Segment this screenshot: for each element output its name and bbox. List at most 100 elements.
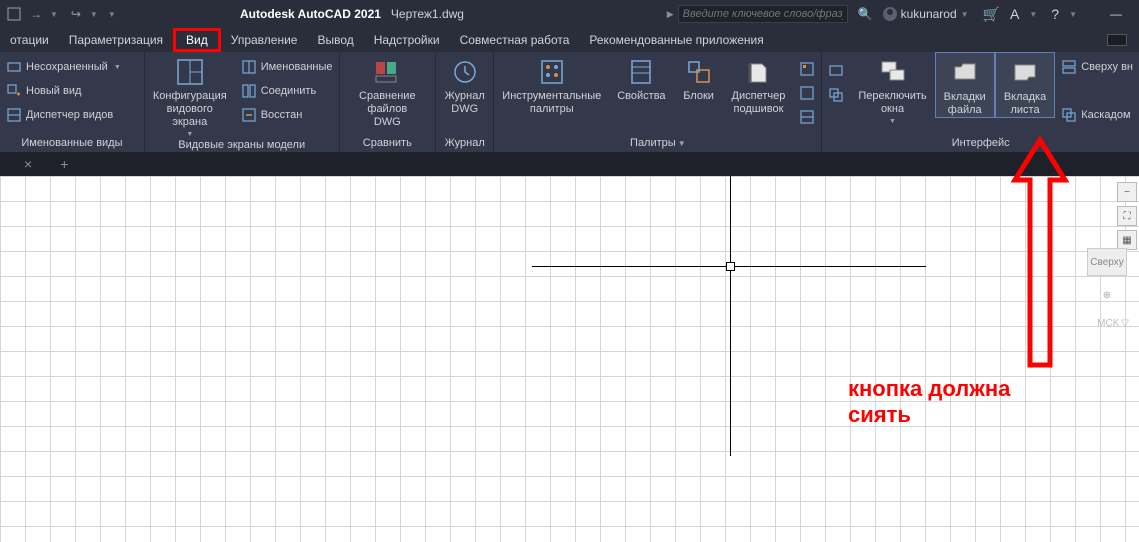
qat-redo-icon[interactable]: ↪ [68, 6, 84, 22]
user-menu[interactable]: kukunarod ▼ [883, 7, 973, 21]
navigation-bar: − ⛶ ▦ [1117, 182, 1137, 250]
search-icon[interactable]: 🔍 [858, 7, 873, 21]
join-viewports-button[interactable]: Соединить [241, 80, 333, 102]
dwg-compare-button[interactable]: Сравнение файловDWG [340, 52, 436, 129]
properties-button[interactable]: Свойства [609, 52, 673, 103]
restore-viewports-button[interactable]: Восстан [241, 104, 333, 126]
drawing-area[interactable] [0, 176, 1139, 542]
dwg-history-icon [449, 56, 481, 88]
chevron-down-icon: ▼ [961, 10, 969, 19]
panel-label: Сравнить [340, 134, 436, 152]
panel-label: Журнал [436, 134, 493, 152]
title-bar: → ▼ ↪ ▼ ▼ Autodesk AutoCAD 2021 Чертеж1.… [0, 0, 1139, 28]
restore-icon [241, 107, 257, 123]
palette-small-2[interactable] [799, 82, 815, 104]
chevron-down-icon: ▼ [889, 118, 896, 125]
search-box[interactable]: ▶ [667, 5, 848, 23]
join-icon [241, 83, 257, 99]
qat-arrow-icon[interactable]: → [28, 6, 44, 22]
palette-small-3[interactable] [799, 106, 815, 128]
pickbox [726, 262, 735, 271]
color-swatch[interactable] [1107, 34, 1127, 46]
grid-background [0, 176, 1139, 542]
file-tabs-button[interactable]: Вкладкифайла [935, 52, 995, 118]
view-cube[interactable]: Сверху [1087, 248, 1127, 276]
crosshair-vertical [730, 176, 731, 456]
menu-item-output[interactable]: Вывод [307, 28, 363, 52]
switch-windows-button[interactable]: Переключитьокна ▼ [850, 52, 934, 125]
search-input[interactable] [678, 5, 848, 23]
palette-icon [799, 85, 815, 101]
unsaved-view-dropdown[interactable]: Несохраненный ▼ [6, 56, 121, 78]
view-manager-button[interactable]: Диспетчер видов [6, 104, 121, 126]
window-icon [828, 63, 844, 79]
chevron-down-icon[interactable]: ▼ [50, 10, 58, 19]
blocks-button[interactable]: Блоки [674, 52, 724, 103]
new-view-button[interactable]: Новый вид [6, 80, 121, 102]
menu-bar: отации Параметризация Вид Управление Выв… [0, 28, 1139, 52]
layer-icon [6, 59, 22, 75]
file-tab-strip: × + [0, 152, 1139, 176]
chevron-right-icon: ▶ [667, 9, 674, 20]
dwg-history-button[interactable]: ЖурналDWG [437, 52, 493, 116]
menu-item-annotations[interactable]: отации [0, 28, 59, 52]
cascade-button[interactable]: Каскадом [1061, 104, 1133, 126]
menu-item-manage[interactable]: Управление [221, 28, 308, 52]
qat-save-icon[interactable] [6, 6, 22, 22]
tile-h-icon [1061, 59, 1077, 75]
new-tab-button[interactable]: + [46, 152, 82, 176]
nav-full-icon[interactable]: ⛶ [1117, 206, 1137, 226]
palette-small-1[interactable] [799, 58, 815, 80]
sheet-set-manager-button[interactable]: Диспетчерподшивок [724, 52, 794, 116]
blocks-icon [683, 56, 715, 88]
menu-item-collaborate[interactable]: Совместная работа [450, 28, 580, 52]
viewport-config-button[interactable]: Конфигурациявидового экрана ▼ [145, 52, 235, 138]
ribbon: Несохраненный ▼ Новый вид Диспетчер видо… [0, 52, 1139, 152]
menu-item-addins[interactable]: Надстройки [364, 28, 450, 52]
avatar-icon [883, 7, 897, 21]
panel-label[interactable]: Палитры▼ [494, 134, 821, 152]
new-view-icon [6, 83, 22, 99]
ucs-label[interactable]: МСК ▽ [1097, 318, 1129, 329]
tool-palettes-icon [536, 56, 568, 88]
panel-label: Интерфейс [822, 134, 1139, 152]
close-tab-button[interactable]: × [10, 152, 46, 176]
chevron-down-icon[interactable]: ▼ [90, 10, 98, 19]
layout-tabs-icon [1009, 57, 1041, 89]
dwg-compare-icon [371, 56, 403, 88]
named-viewports-button[interactable]: Именованные [241, 56, 333, 78]
minimize-button[interactable]: — [1099, 3, 1133, 25]
named-icon [241, 59, 257, 75]
nav-home-icon[interactable]: ▦ [1117, 230, 1137, 250]
window-icon [828, 87, 844, 103]
layout-tabs-button[interactable]: Вкладкалиста [995, 52, 1055, 118]
autodesk-app-icon[interactable]: Α [1010, 6, 1019, 22]
tile-horizontal-button[interactable]: Сверху вн [1061, 56, 1133, 78]
compass-icon[interactable]: ⊕ [1093, 290, 1121, 308]
panel-label: Именованные виды [0, 134, 144, 152]
chevron-down-icon[interactable]: ▼ [108, 10, 116, 19]
view-manager-icon [6, 107, 22, 123]
menu-item-parametrization[interactable]: Параметризация [59, 28, 173, 52]
panel-label: Видовые экраны модели [145, 138, 339, 152]
nav-minus-icon[interactable]: − [1117, 182, 1137, 202]
tool-palettes-button[interactable]: Инструментальныепалитры [494, 52, 609, 116]
cascade-icon [1061, 107, 1077, 123]
properties-icon [625, 56, 657, 88]
user-name: kukunarod [901, 7, 957, 21]
chevron-down-icon[interactable]: ▼ [1029, 10, 1037, 19]
help-icon[interactable]: ? [1051, 6, 1059, 22]
app-title: Autodesk AutoCAD 2021 [240, 7, 381, 21]
interface-small-2[interactable] [828, 84, 844, 106]
switch-windows-icon [877, 56, 909, 88]
file-tabs-icon [949, 57, 981, 89]
menu-item-featured-apps[interactable]: Рекомендованные приложения [579, 28, 773, 52]
doc-title: Чертеж1.dwg [391, 7, 464, 21]
interface-small-1[interactable] [828, 60, 844, 82]
chevron-down-icon: ▼ [186, 131, 193, 138]
cart-icon[interactable]: 🛒 [983, 6, 1000, 23]
menu-item-view[interactable]: Вид [173, 28, 221, 52]
palette-icon [799, 109, 815, 125]
chevron-down-icon[interactable]: ▼ [1069, 10, 1077, 19]
sheet-set-icon [742, 56, 774, 88]
